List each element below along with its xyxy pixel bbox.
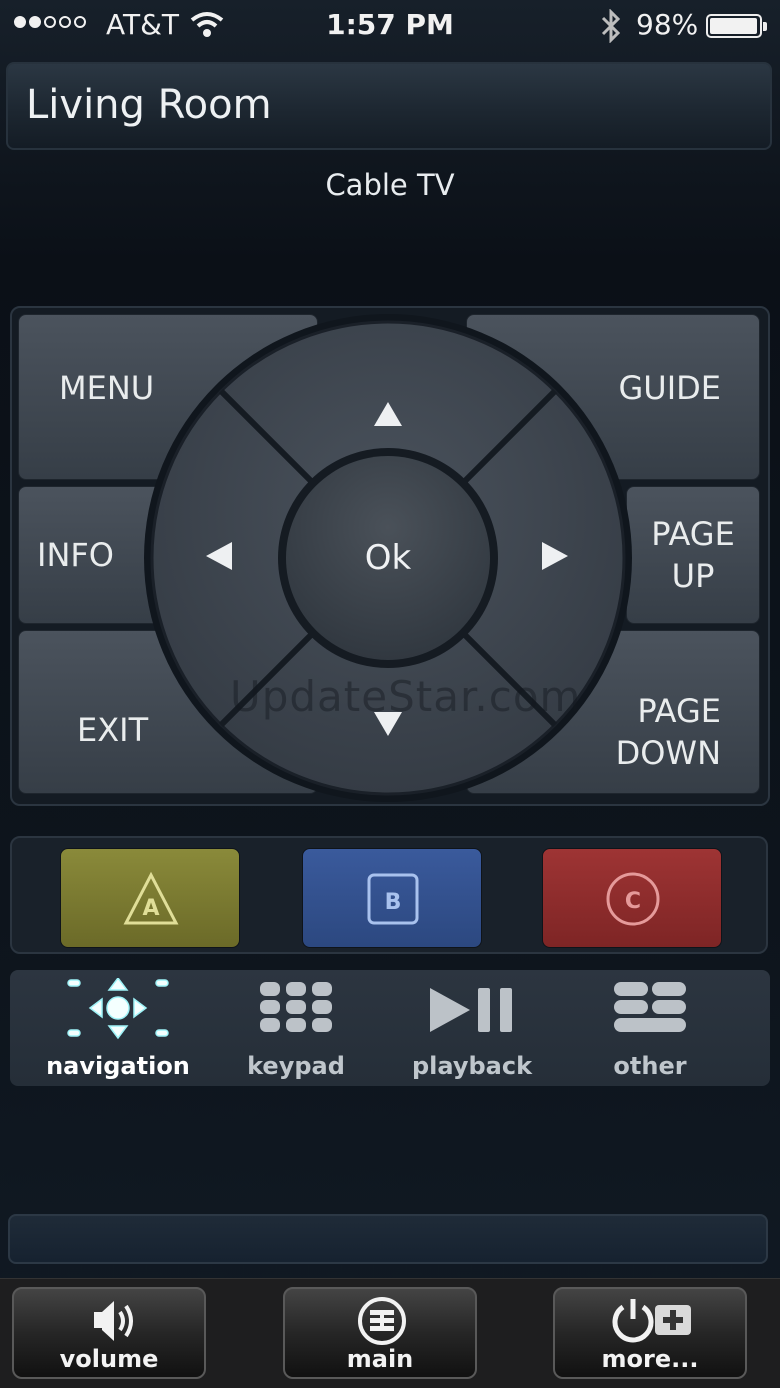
main-label: main (346, 1345, 414, 1373)
more-label: more... (601, 1345, 699, 1373)
tab-keypad[interactable]: keypad (206, 970, 386, 1086)
tab-keypad-label: keypad (247, 1052, 345, 1080)
volume-label: volume (59, 1345, 159, 1373)
volume-button[interactable]: volume (12, 1287, 206, 1379)
empty-slot-bar (8, 1214, 768, 1264)
device-name: Cable TV (325, 168, 455, 202)
room-title: Living Room (26, 82, 272, 128)
svg-text:A: A (142, 896, 159, 921)
svg-text:C: C (625, 889, 641, 914)
main-button[interactable]: main (283, 1287, 477, 1379)
mode-tabs: navigation keypad playback other (10, 970, 770, 1086)
power-plus-icon (612, 1299, 691, 1343)
dpad-panel: MENU GUIDE INFO PAGE UP EXIT PAGE DOWN O… (10, 306, 770, 806)
other-icon (614, 982, 686, 1032)
tab-other-label: other (613, 1052, 687, 1080)
up-arrow-icon (374, 402, 402, 426)
svg-text:B: B (385, 890, 402, 915)
tab-playback[interactable]: playback (382, 970, 562, 1086)
right-button[interactable] (486, 484, 626, 632)
play-pause-icon (430, 988, 512, 1032)
tab-navigation[interactable]: navigation (28, 970, 208, 1086)
bluetooth-icon (601, 9, 621, 43)
room-selector[interactable]: Living Room (6, 62, 772, 150)
tab-other[interactable]: other (560, 970, 740, 1086)
bottom-toolbar: volume main more... (0, 1278, 780, 1388)
button-c[interactable]: C (542, 848, 722, 948)
ok-label: Ok (364, 538, 412, 578)
watermark: UpdateStar.com (230, 672, 582, 721)
color-buttons-panel: A B C (10, 836, 768, 954)
battery-percent: 98% (636, 8, 699, 41)
circle-c-icon: C (606, 872, 660, 926)
ok-button[interactable]: Ok (286, 456, 490, 660)
more-button[interactable]: more... (553, 1287, 747, 1379)
right-arrow-icon (542, 542, 568, 570)
square-b-icon: B (367, 873, 419, 925)
up-button[interactable] (312, 338, 464, 458)
status-bar: AT&T 1:57 PM 98% (0, 0, 780, 52)
battery-icon (706, 14, 767, 38)
button-a[interactable]: A (60, 848, 240, 948)
left-arrow-icon (206, 542, 232, 570)
triangle-a-icon: A (123, 871, 179, 925)
left-button[interactable] (152, 484, 292, 632)
tab-navigation-label: navigation (46, 1052, 190, 1080)
grid-circle-icon (358, 1297, 406, 1345)
button-b[interactable]: B (302, 848, 482, 948)
keypad-icon (260, 982, 332, 1032)
navigation-icon (67, 978, 169, 1040)
speaker-icon (94, 1301, 133, 1341)
tab-playback-label: playback (411, 1052, 533, 1080)
